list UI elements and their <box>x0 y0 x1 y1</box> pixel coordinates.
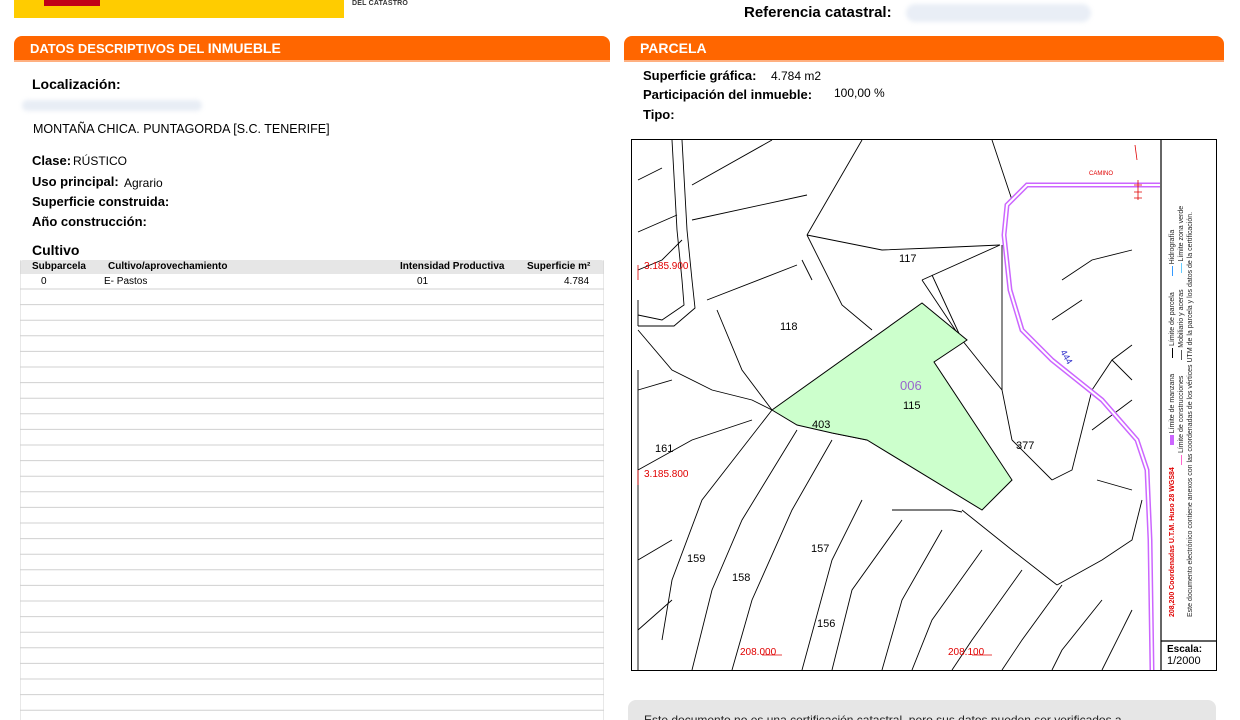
parcel-label-159: 159 <box>687 553 706 565</box>
participacion-value: 100,00 % <box>834 86 885 100</box>
col-cultivo: Cultivo/aprovechamiento <box>108 261 228 272</box>
legend-coord-system: 208,200 Coordenadas U.T.M. Huso 28 WGS84 <box>1169 467 1176 617</box>
parcel-label-156: 156 <box>817 618 836 630</box>
participacion-label: Participación del inmueble: <box>643 87 813 102</box>
superficie-construida-label: Superficie construida: <box>32 194 170 209</box>
map-drawing <box>637 140 1216 670</box>
legend-item-manzana: Límite de manzana <box>1169 373 1176 434</box>
clase-value: RÚSTICO <box>73 154 127 168</box>
legend-item-zona-verde: Límite zona verde <box>1178 205 1185 262</box>
header-title-prefix: DATOS DESCRIPTIVOS DEL <box>30 41 208 56</box>
col-intensidad: Intensidad Productiva <box>400 261 505 272</box>
legend-swatch-mobiliario <box>1180 349 1182 360</box>
parcel-highlight-code: 006 <box>900 378 922 393</box>
tipo-label: Tipo: <box>643 107 675 122</box>
localizacion-redacted <box>22 100 202 111</box>
anio-construccion-label: Año construcción: <box>32 214 147 229</box>
parcel-label-158: 158 <box>732 572 751 584</box>
cultivo-title: Cultivo <box>32 242 80 258</box>
uso-principal-value: Agrario <box>124 176 163 190</box>
legend-electronic-note: Este documento electrónico contiene anex… <box>1187 211 1194 617</box>
coord-label-east-1: 208.000 <box>740 647 777 658</box>
map-legend: 208,200 Coordenadas U.T.M. Huso 28 WGS84… <box>1168 147 1195 617</box>
catastro-logo-block <box>14 0 344 18</box>
legend-swatch-construcciones <box>1180 455 1182 465</box>
legend-item-hidrografia: Hidrografía <box>1169 229 1176 265</box>
legend-swatch-zona-verde <box>1180 263 1182 274</box>
verification-notice: Este documento no es una certificación c… <box>628 700 1216 720</box>
legend-item-construcciones: Límite de construcciones <box>1178 375 1185 454</box>
datos-descriptivos-header: DATOS DESCRIPTIVOS DEL INMUEBLE <box>14 36 610 62</box>
row-subparcela: 0 <box>41 276 47 287</box>
coord-label-north-2: 3.185.800 <box>644 469 689 480</box>
parcel-label-377: 377 <box>1016 440 1035 452</box>
legend-swatch-parcela <box>1171 347 1173 358</box>
parcela-header: PARCELA <box>624 36 1224 62</box>
localizacion-label: Localización: <box>32 76 121 92</box>
referencia-catastral-value-redacted <box>906 4 1091 22</box>
cultivo-table: Subparcela Cultivo/aprovechamiento Inten… <box>20 260 604 720</box>
coat-of-arms-icon <box>44 0 100 6</box>
row-superficie: 4.784 <box>564 276 590 287</box>
parcel-label-118: 118 <box>780 321 798 333</box>
col-subparcela: Subparcela <box>32 261 86 272</box>
parcel-label-115: 115 <box>903 400 921 412</box>
address-text: MONTAÑA CHICA. PUNTAGORDA [S.C. TENERIFE… <box>33 122 330 136</box>
coord-label-east-2: 208.100 <box>948 647 985 658</box>
coord-label-north-1: 3.185.900 <box>644 261 689 272</box>
road-label-camino: CAMINO <box>1089 171 1113 177</box>
scale-label: Escala: <box>1167 644 1203 655</box>
row-cultivo: E- Pastos <box>104 276 148 287</box>
parcel-label-117: 117 <box>899 253 917 265</box>
scale-value: 1/2000 <box>1167 655 1201 667</box>
superficie-grafica-label: Superficie gráfica: <box>643 68 757 83</box>
row-intensidad: 01 <box>417 276 429 287</box>
parcel-label-403: 403 <box>812 419 831 431</box>
table-row-lines <box>20 260 604 720</box>
referencia-catastral-label: Referencia catastral: <box>744 4 892 21</box>
legend-swatch-manzana <box>1170 435 1175 446</box>
parcel-label-157: 157 <box>811 543 830 555</box>
cadastral-map: 3.185.900 3.185.800 208.000 208.100 117 … <box>631 139 1217 671</box>
col-superficie: Superficie m² <box>527 261 591 272</box>
superficie-grafica-value: 4.784 m2 <box>771 69 822 83</box>
clase-label: Clase: <box>32 153 72 168</box>
uso-principal-label: Uso principal: <box>32 174 119 189</box>
logo-caption: DEL CATASTRO <box>352 0 409 7</box>
legend-item-parcela: Límite de parcela <box>1169 292 1176 346</box>
legend-item-mobiliario: Mobiliario y aceras <box>1178 289 1185 348</box>
header-title-emph: INMUEBLE <box>207 40 281 56</box>
legend-swatch-hidrografia <box>1171 266 1173 277</box>
parcel-label-161: 161 <box>655 443 674 455</box>
